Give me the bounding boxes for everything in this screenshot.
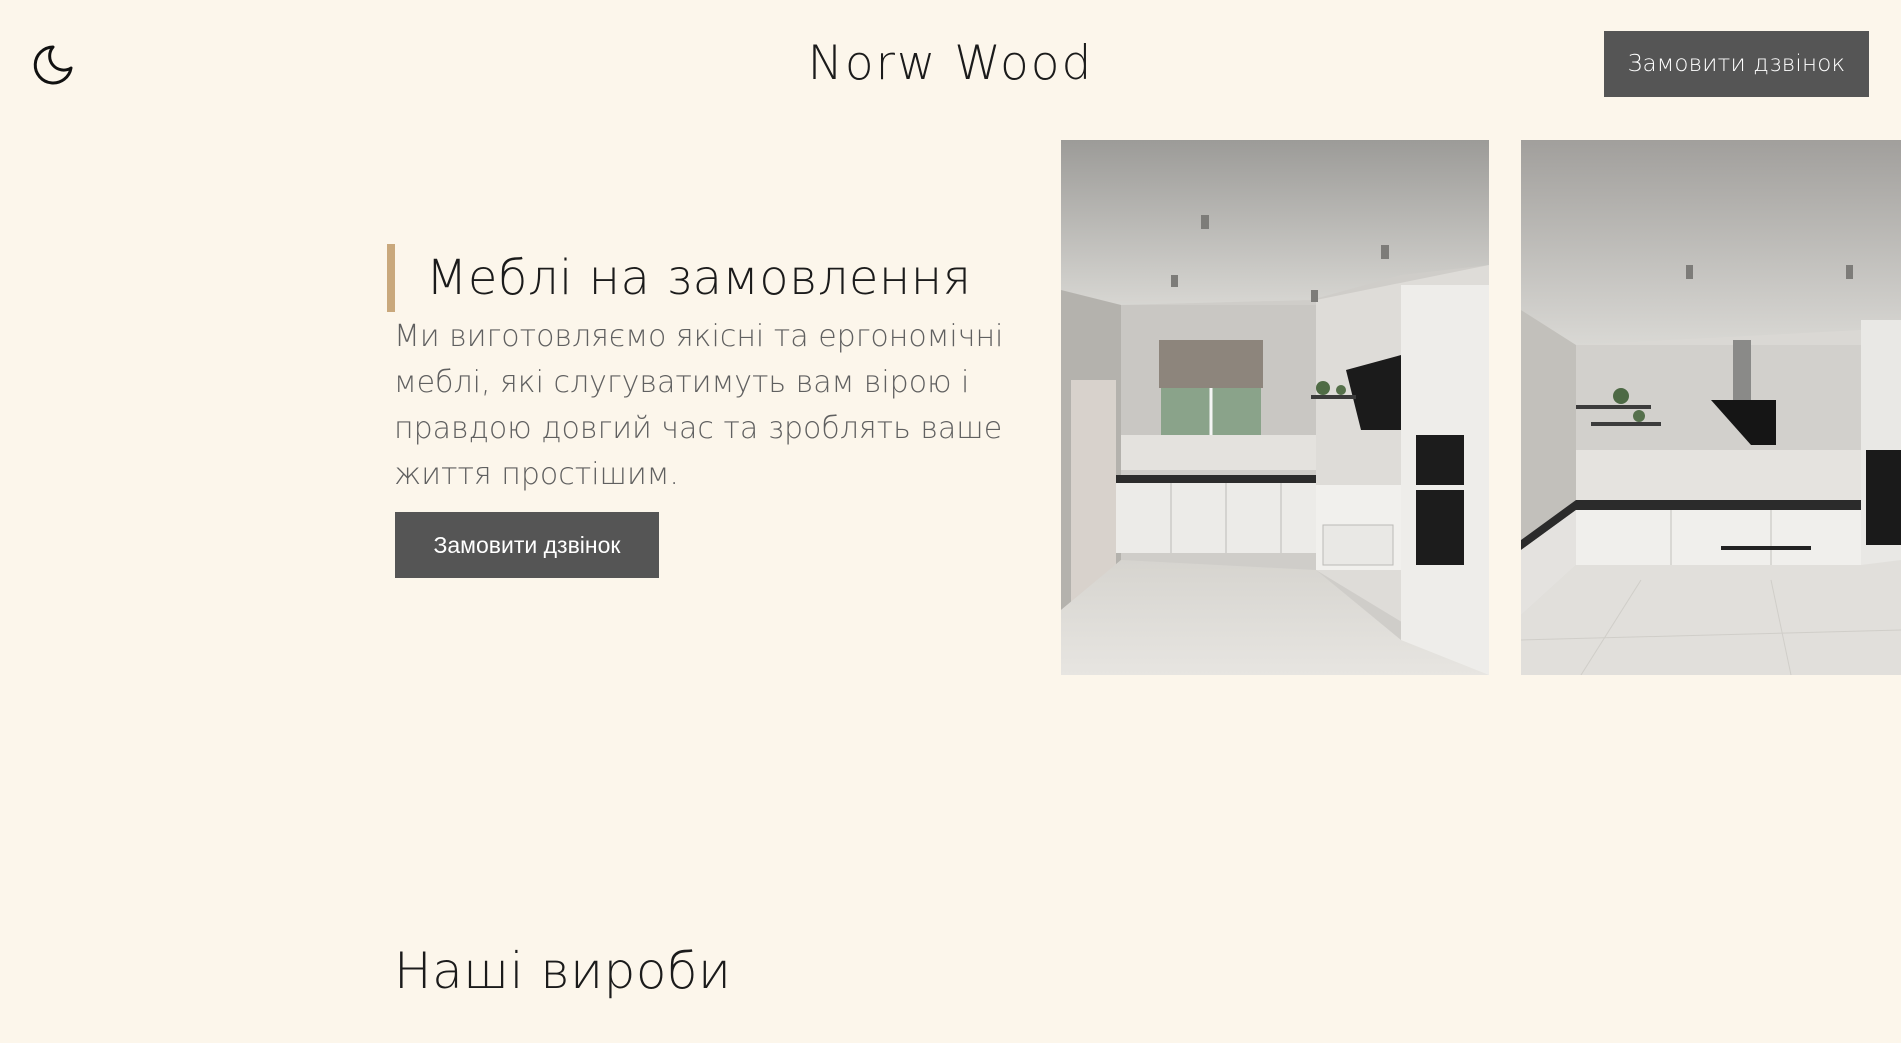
hero-description: Ми виготовляємо якісні та ергономічні ме… <box>394 319 1004 492</box>
kitchen-photo-2[interactable] <box>1521 140 1901 675</box>
header-call-button[interactable]: Замовити дзвінок <box>1604 31 1869 97</box>
hero-title: Меблі на замовлення <box>426 250 972 306</box>
hero-call-button[interactable]: Замовити дзвінок <box>395 512 659 578</box>
kitchen-gallery <box>1061 140 1901 675</box>
title-accent-bar <box>387 244 395 312</box>
products-section-title: Наші вироби <box>394 942 732 1000</box>
landing-page: Norw Wood Замовити дзвінок Меблі на замо… <box>0 0 1901 1043</box>
kitchen-photo-1[interactable] <box>1061 140 1489 675</box>
